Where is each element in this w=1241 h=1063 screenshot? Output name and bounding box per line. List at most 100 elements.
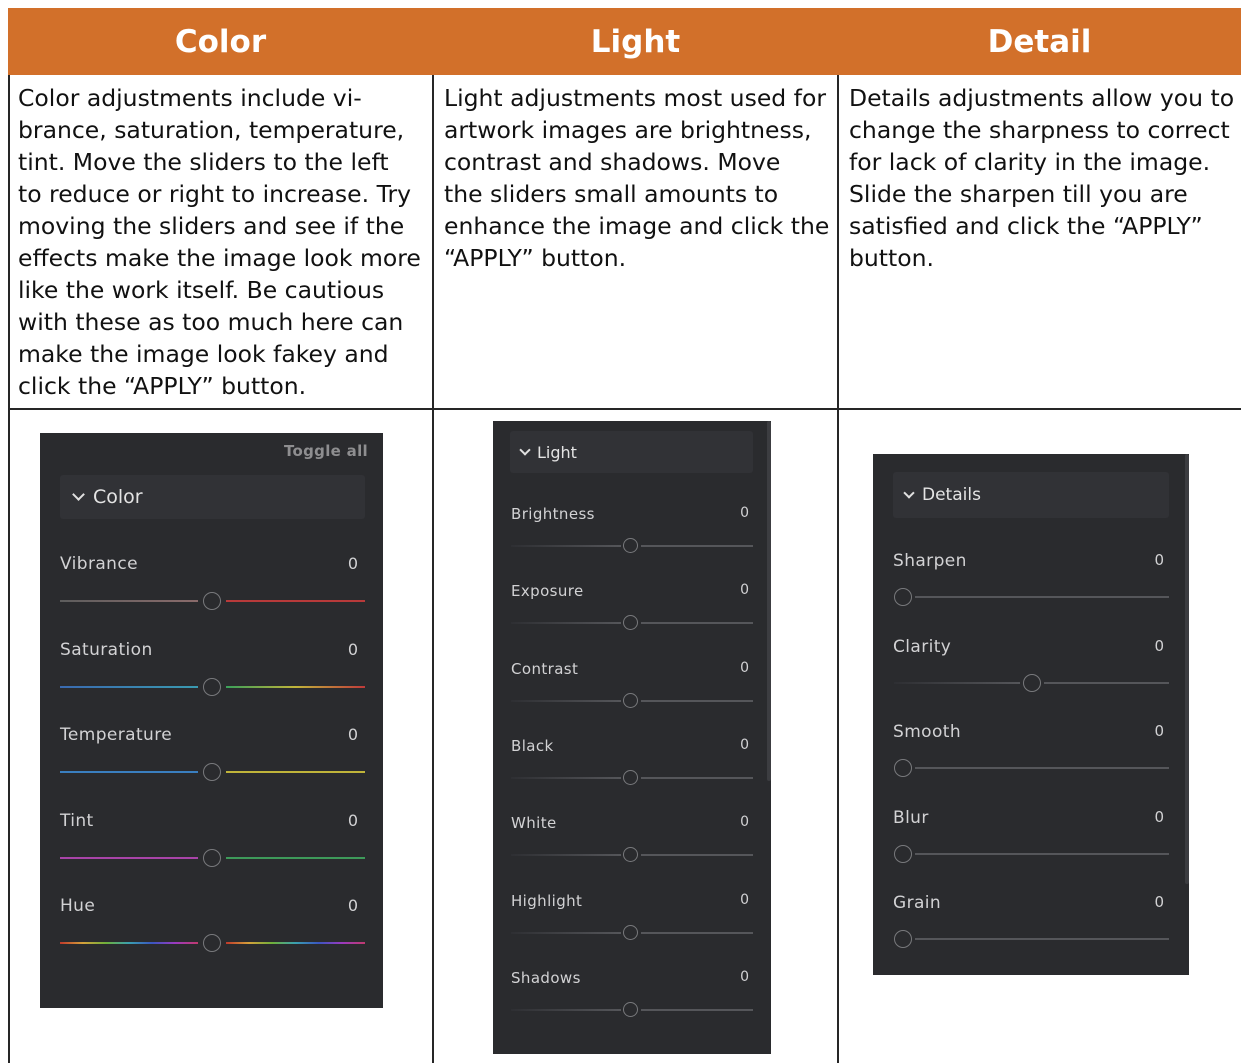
exposure-track-right — [641, 622, 753, 625]
sharpen-label: Sharpen — [893, 551, 967, 571]
saturation-track-left — [60, 685, 198, 688]
brightness-value: 0 — [740, 505, 749, 521]
white-label: White — [511, 814, 557, 833]
temperature-slider-knob[interactable] — [203, 763, 221, 781]
light-panel: Light Brightness 0 Exposure 0 Contrast 0 Black… — [493, 421, 771, 1054]
white-slider-knob[interactable] — [623, 847, 638, 863]
chevron-down-icon — [903, 486, 915, 499]
table-divider-2 — [837, 75, 839, 1063]
saturation-slider-knob[interactable] — [203, 677, 221, 696]
blur-track-right — [915, 852, 1169, 855]
header-color: Color — [174, 23, 267, 60]
temperature-value: 0 — [347, 725, 358, 744]
hue-value: 0 — [347, 896, 358, 915]
temperature-label: Temperature — [60, 725, 173, 745]
shadows-value: 0 — [740, 968, 749, 985]
clarity-value: 0 — [1154, 636, 1164, 655]
saturation-value: 0 — [347, 639, 358, 659]
black-track-left — [511, 776, 621, 779]
shadows-label: Shadows — [511, 968, 581, 987]
highlight-value: 0 — [740, 891, 749, 908]
black-value: 0 — [740, 736, 749, 753]
header-detail: Detail — [987, 23, 1092, 60]
black-label: Black — [511, 736, 554, 755]
shadows-track-right — [641, 1008, 753, 1011]
exposure-value: 0 — [740, 582, 749, 599]
black-track-right — [641, 776, 753, 779]
tint-track-right — [226, 856, 365, 859]
highlight-track-right — [641, 931, 753, 934]
contrast-slider-knob[interactable] — [623, 692, 638, 708]
smooth-label: Smooth — [893, 722, 961, 742]
vibrance-track-left — [60, 600, 198, 602]
clarity-track-left — [894, 681, 1020, 684]
clarity-track-right — [1043, 681, 1169, 684]
tint-label: Tint — [60, 810, 94, 831]
white-track-right — [641, 854, 753, 857]
vibrance-value: 0 — [347, 554, 358, 573]
table-row-divider — [8, 408, 1241, 410]
brightness-slider-knob[interactable] — [623, 538, 638, 553]
temperature-track-right — [226, 771, 365, 773]
highlight-label: Highlight — [511, 891, 583, 910]
header-light: Light — [590, 23, 681, 60]
grain-track-right — [915, 938, 1169, 940]
hue-label: Hue — [60, 896, 96, 916]
hue-slider-knob[interactable] — [203, 934, 221, 952]
light-scrollbar[interactable] — [767, 421, 771, 781]
table-divider-1 — [432, 75, 434, 1063]
hue-track-left — [60, 942, 198, 944]
details-group-header[interactable]: Details — [893, 472, 1169, 518]
saturation-track-right — [226, 685, 365, 688]
brightness-track-left — [511, 545, 621, 547]
grain-slider-knob[interactable] — [894, 930, 912, 948]
details-group-title: Details — [922, 485, 981, 505]
light-group-title: Light — [537, 442, 577, 462]
clarity-slider-knob[interactable] — [1022, 673, 1041, 692]
sharpen-slider-knob[interactable] — [894, 588, 912, 606]
contrast-track-right — [641, 699, 753, 702]
light-group-header[interactable]: Light — [510, 431, 753, 473]
tint-slider-knob[interactable] — [203, 848, 221, 867]
shadows-track-left — [511, 1008, 621, 1011]
temperature-track-left — [60, 771, 198, 773]
details-scrollbar[interactable] — [1185, 454, 1189, 884]
sharpen-track-right — [915, 596, 1169, 598]
smooth-track-right — [915, 767, 1169, 769]
color-group-title: Color — [93, 486, 143, 508]
toggle-all-button[interactable]: Toggle all — [284, 442, 368, 460]
tint-track-left — [60, 856, 198, 859]
grain-label: Grain — [893, 893, 942, 913]
exposure-track-left — [511, 622, 621, 625]
chevron-down-icon — [519, 443, 531, 456]
blur-slider-knob[interactable] — [894, 844, 912, 863]
contrast-track-left — [511, 699, 621, 702]
brightness-track-right — [641, 545, 753, 547]
tint-value: 0 — [347, 810, 358, 830]
highlight-slider-knob[interactable] — [623, 924, 638, 940]
blur-value: 0 — [1154, 807, 1164, 826]
vibrance-label: Vibrance — [60, 554, 138, 574]
sharpen-value: 0 — [1154, 551, 1164, 569]
contrast-value: 0 — [740, 659, 749, 676]
grain-value: 0 — [1154, 893, 1164, 911]
light-description: Light adjustments most used for artwork … — [444, 84, 830, 272]
smooth-value: 0 — [1154, 722, 1164, 740]
color-panel: Toggle all Color Vibrance 0 Saturation 0 Tem… — [40, 433, 383, 1008]
details-panel: Details Sharpen 0 Clarity 0 Smooth 0 Blur 0 Grai… — [873, 454, 1189, 975]
shadows-slider-knob[interactable] — [623, 1001, 638, 1017]
vibrance-slider-knob[interactable] — [203, 592, 221, 610]
black-slider-knob[interactable] — [623, 769, 638, 785]
white-value: 0 — [740, 814, 749, 831]
saturation-label: Saturation — [60, 639, 153, 660]
brightness-label: Brightness — [511, 505, 595, 523]
table-header-row: Color Light Detail — [8, 8, 1241, 75]
table-border-left — [8, 75, 10, 1063]
smooth-slider-knob[interactable] — [894, 759, 912, 777]
hue-track-right — [226, 942, 365, 944]
color-group-header[interactable]: Color — [60, 475, 365, 519]
color-description: Color adjustments include vi- brance, sa… — [18, 84, 421, 400]
white-track-left — [511, 854, 621, 857]
exposure-slider-knob[interactable] — [623, 615, 638, 631]
clarity-label: Clarity — [893, 636, 952, 657]
